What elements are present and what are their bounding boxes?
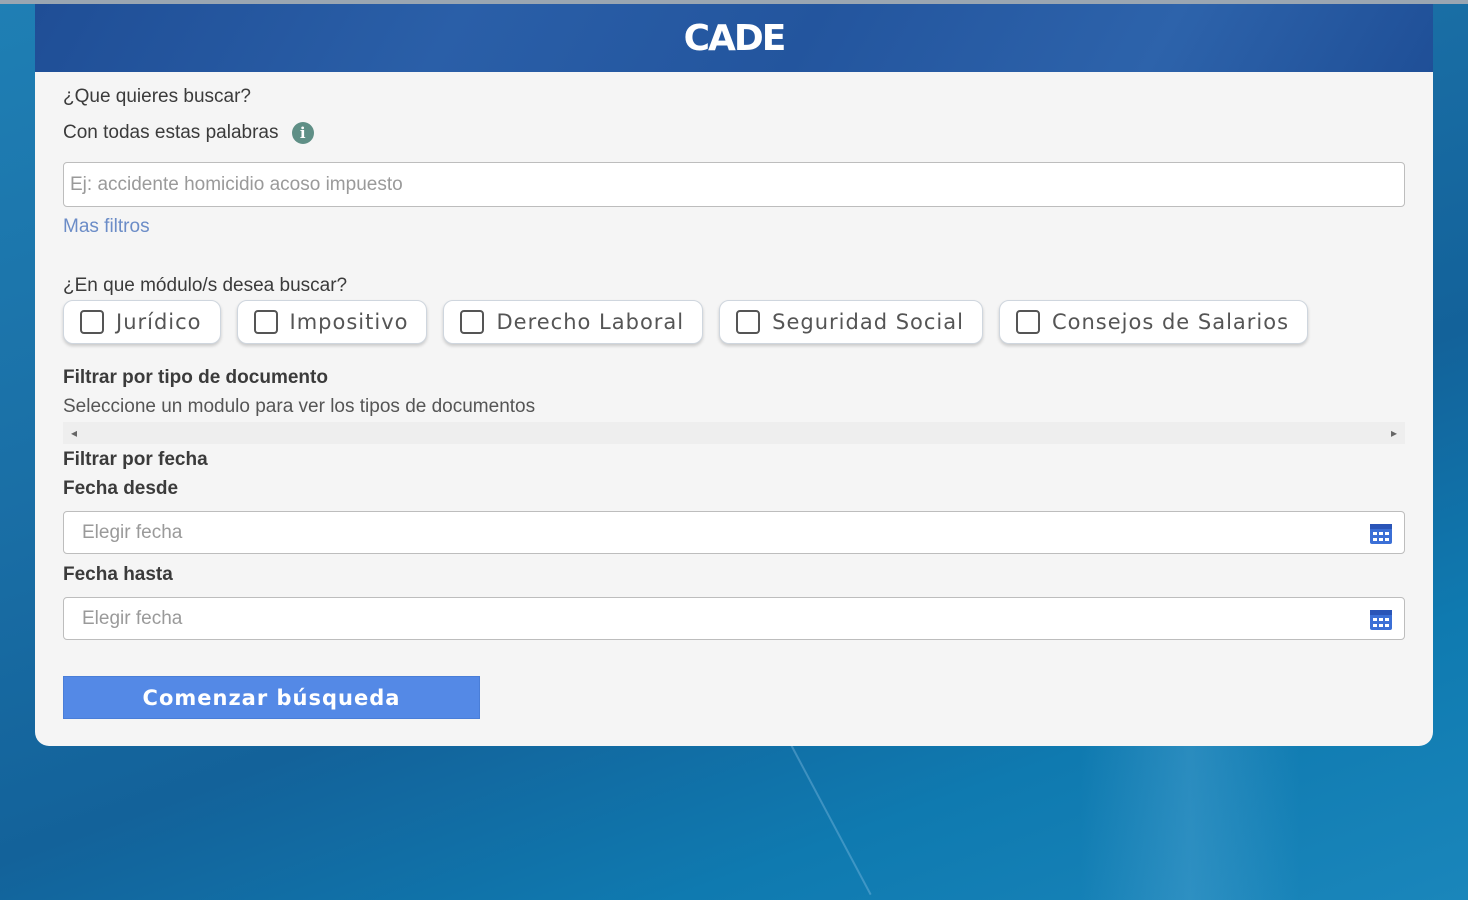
module-checkbox-juridico[interactable]: Jurídico [63, 300, 221, 344]
module-label: Seguridad Social [772, 310, 964, 334]
search-question: ¿Que quieres buscar? [63, 86, 251, 107]
modules-question: ¿En que módulo/s desea buscar? [63, 275, 348, 296]
date-from-input[interactable] [63, 511, 1405, 554]
scroll-right-icon[interactable]: ▸ [1391, 426, 1397, 440]
date-to-field [63, 597, 1405, 640]
date-to-label: Fecha hasta [63, 564, 173, 585]
date-from-field [63, 511, 1405, 554]
date-to-input[interactable] [63, 597, 1405, 640]
more-filters-link[interactable]: Mas filtros [63, 216, 150, 238]
background-decoration [1080, 740, 1300, 900]
cade-logo[interactable]: CADE [684, 18, 787, 59]
search-panel: ¿Que quieres buscar? Con todas estas pal… [35, 72, 1433, 746]
module-checkbox-derecho-laboral[interactable]: Derecho Laboral [443, 300, 704, 344]
checkbox-icon[interactable] [460, 310, 485, 334]
module-checkbox-seguridad-social[interactable]: Seguridad Social [719, 300, 983, 344]
calendar-icon[interactable] [1369, 521, 1393, 545]
module-label: Jurídico [116, 310, 202, 334]
checkbox-icon[interactable] [253, 310, 278, 334]
doc-type-hint: Seleccione un modulo para ver los tipos … [63, 396, 536, 417]
checkbox-icon[interactable] [80, 310, 104, 334]
all-words-row: Con todas estas palabras i [63, 122, 314, 144]
keywords-input[interactable] [63, 162, 1405, 207]
module-checkbox-group: Jurídico Impositivo Derecho Laboral Segu… [63, 300, 1324, 344]
site-header: CADE [35, 4, 1433, 72]
all-words-label: Con todas estas palabras [63, 122, 279, 144]
module-label: Impositivo [289, 310, 409, 334]
info-icon[interactable]: i [291, 122, 314, 144]
date-filter-title: Filtrar por fecha [63, 449, 208, 470]
doc-type-title: Filtrar por tipo de documento [63, 367, 328, 388]
start-search-button[interactable]: Comenzar búsqueda [63, 676, 480, 719]
doc-type-scrollbar[interactable]: ◂ ▸ [63, 422, 1405, 444]
module-label: Consejos de Salarios [1051, 310, 1290, 334]
module-checkbox-consejos-de-salarios[interactable]: Consejos de Salarios [998, 300, 1309, 344]
checkbox-icon[interactable] [1015, 310, 1040, 334]
scroll-left-icon[interactable]: ◂ [71, 426, 77, 440]
calendar-icon[interactable] [1369, 607, 1393, 631]
module-checkbox-impositivo[interactable]: Impositivo [236, 300, 428, 344]
date-from-label: Fecha desde [63, 478, 179, 499]
module-label: Derecho Laboral [496, 310, 685, 334]
checkbox-icon[interactable] [736, 310, 761, 334]
background-decoration-line [790, 744, 872, 896]
